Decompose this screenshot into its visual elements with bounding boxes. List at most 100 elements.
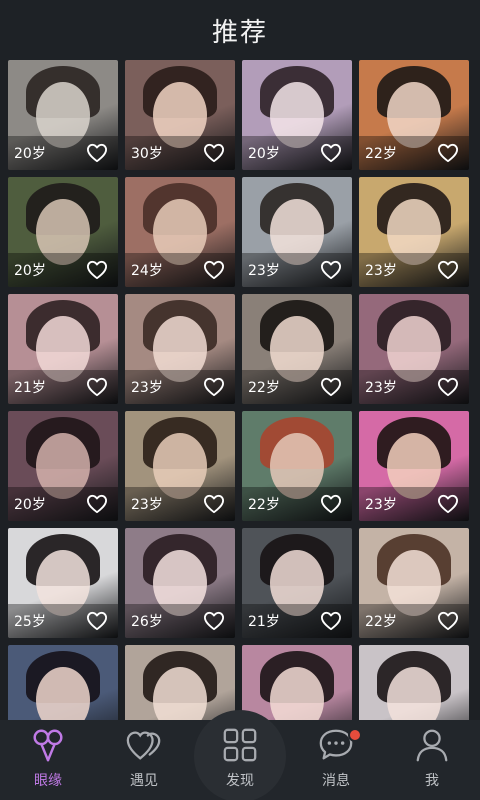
- tab-label-wo: 我: [425, 773, 439, 789]
- profile-card[interactable]: 22岁: [242, 294, 352, 404]
- profile-card[interactable]: 20岁: [8, 411, 118, 521]
- card-overlay: 25岁: [8, 604, 118, 638]
- age-label: 23岁: [365, 380, 397, 396]
- heart-icon[interactable]: [437, 494, 459, 514]
- age-label: 23岁: [131, 497, 163, 513]
- profile-card[interactable]: [359, 645, 469, 720]
- profile-card[interactable]: 25岁: [8, 528, 118, 638]
- heart-icon[interactable]: [437, 260, 459, 280]
- profile-card[interactable]: 20岁: [242, 60, 352, 170]
- age-label: 20岁: [14, 497, 46, 513]
- tab-label-xiaoxi: 消息: [322, 773, 350, 789]
- age-label: 22岁: [248, 497, 280, 513]
- heart-icon[interactable]: [86, 377, 108, 397]
- page-title: 推荐: [211, 17, 268, 48]
- hearts-icon: [126, 731, 161, 760]
- recommend-grid: 20岁 30岁 20岁 22岁 20岁 24岁 23岁 23岁 21岁 23岁 22岁 23岁 20岁 2…: [8, 60, 472, 720]
- card-overlay: 21岁: [8, 370, 118, 404]
- age-label: 26岁: [131, 614, 163, 630]
- age-label: 20岁: [248, 146, 280, 162]
- heart-icon[interactable]: [320, 611, 342, 631]
- card-overlay: 21岁: [242, 604, 352, 638]
- card-overlay: 22岁: [359, 136, 469, 170]
- profile-card[interactable]: 26岁: [125, 528, 235, 638]
- heart-icon[interactable]: [437, 143, 459, 163]
- profile-card[interactable]: [242, 645, 352, 720]
- profile-card[interactable]: 22岁: [242, 411, 352, 521]
- profile-card[interactable]: 22岁: [359, 60, 469, 170]
- card-overlay: 22岁: [359, 604, 469, 638]
- heart-icon[interactable]: [437, 611, 459, 631]
- profile-card[interactable]: 20岁: [8, 60, 118, 170]
- heart-icon[interactable]: [86, 143, 108, 163]
- heart-icon[interactable]: [203, 611, 225, 631]
- heart-icon[interactable]: [86, 611, 108, 631]
- card-overlay: 23岁: [125, 487, 235, 521]
- age-label: 23岁: [365, 263, 397, 279]
- profile-card[interactable]: [8, 645, 118, 720]
- card-overlay: 23岁: [242, 253, 352, 287]
- profile-card[interactable]: 21岁: [8, 294, 118, 404]
- heart-icon[interactable]: [203, 377, 225, 397]
- tab-label-yujian: 遇见: [130, 773, 158, 789]
- age-label: 25岁: [14, 614, 46, 630]
- heart-icon[interactable]: [320, 377, 342, 397]
- age-label: 23岁: [248, 263, 280, 279]
- profile-card[interactable]: 23岁: [359, 177, 469, 287]
- heart-icon[interactable]: [203, 143, 225, 163]
- heart-icon[interactable]: [86, 260, 108, 280]
- age-label: 23岁: [131, 380, 163, 396]
- heart-icon[interactable]: [86, 494, 108, 514]
- card-overlay: 20岁: [8, 253, 118, 287]
- age-label: 20岁: [14, 263, 46, 279]
- person-icon: [416, 729, 448, 762]
- heart-icon[interactable]: [320, 260, 342, 280]
- age-label: 21岁: [248, 614, 280, 630]
- profile-card[interactable]: 23岁: [242, 177, 352, 287]
- profile-card[interactable]: [125, 645, 235, 720]
- card-overlay: 20岁: [8, 487, 118, 521]
- age-label: 30岁: [131, 146, 163, 162]
- card-overlay: 22岁: [242, 487, 352, 521]
- profile-card[interactable]: 21岁: [242, 528, 352, 638]
- header-bar: 推荐: [0, 0, 480, 60]
- profile-card[interactable]: 23岁: [125, 294, 235, 404]
- age-label: 22岁: [365, 146, 397, 162]
- card-overlay: 23岁: [125, 370, 235, 404]
- profile-card[interactable]: 24岁: [125, 177, 235, 287]
- card-overlay: 23岁: [359, 253, 469, 287]
- age-label: 20岁: [14, 146, 46, 162]
- card-overlay: 23岁: [359, 487, 469, 521]
- profile-card[interactable]: 23岁: [359, 411, 469, 521]
- heart-icon[interactable]: [437, 377, 459, 397]
- profile-card[interactable]: 30岁: [125, 60, 235, 170]
- tab-wo[interactable]: 我: [384, 720, 480, 800]
- age-label: 22岁: [248, 380, 280, 396]
- heart-icon[interactable]: [320, 494, 342, 514]
- tab-yanyuan[interactable]: 眼缘: [0, 720, 96, 800]
- unread-badge: [348, 728, 362, 742]
- card-overlay: 22岁: [242, 370, 352, 404]
- card-overlay: 24岁: [125, 253, 235, 287]
- grid-icon: [223, 728, 257, 762]
- balloons-icon: [33, 729, 63, 762]
- age-label: 24岁: [131, 263, 163, 279]
- age-label: 22岁: [365, 614, 397, 630]
- age-label: 23岁: [365, 497, 397, 513]
- tab-label-faxian: 发现: [226, 773, 254, 789]
- tab-xiaoxi[interactable]: 消息: [288, 720, 384, 800]
- card-overlay: 20岁: [8, 136, 118, 170]
- tab-yujian[interactable]: 遇见: [96, 720, 192, 800]
- profile-card[interactable]: 20岁: [8, 177, 118, 287]
- heart-icon[interactable]: [320, 143, 342, 163]
- tab-label-yanyuan: 眼缘: [34, 773, 62, 789]
- profile-card[interactable]: 23岁: [359, 294, 469, 404]
- app-screen: 推荐 20岁 30岁 20岁 22岁 20岁 24岁 23岁 23岁 21岁 23岁 22岁 23岁 2…: [0, 0, 480, 800]
- card-overlay: 26岁: [125, 604, 235, 638]
- heart-icon[interactable]: [203, 494, 225, 514]
- tab-faxian[interactable]: 发现: [192, 710, 288, 800]
- profile-card[interactable]: 23岁: [125, 411, 235, 521]
- profile-card[interactable]: 22岁: [359, 528, 469, 638]
- bottom-tab-bar: 眼缘 遇见 发现 消息 我: [0, 710, 480, 800]
- heart-icon[interactable]: [203, 260, 225, 280]
